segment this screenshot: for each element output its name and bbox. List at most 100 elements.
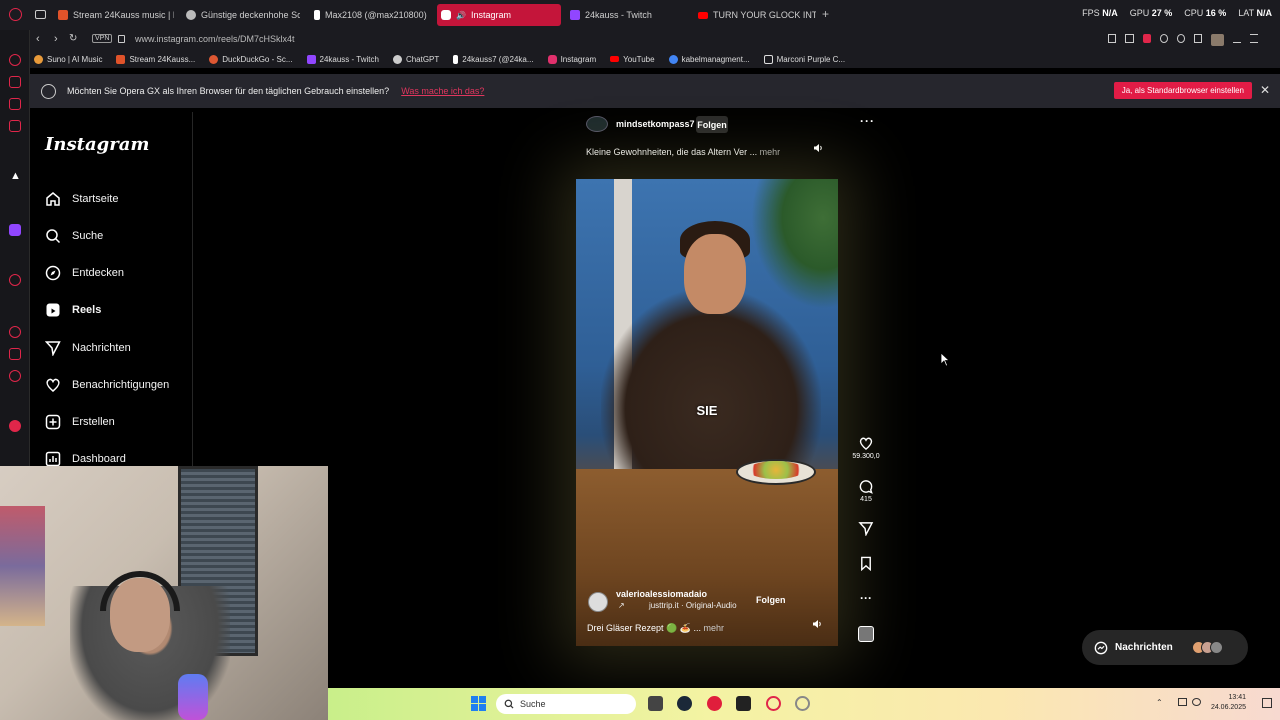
video-speaker-icon[interactable] [812, 619, 822, 629]
epic-games-icon[interactable] [736, 696, 751, 711]
twitch-sidebar-icon[interactable] [9, 224, 21, 236]
aria-icon[interactable] [9, 54, 21, 66]
nav-nachrichten[interactable]: Nachrichten [45, 340, 131, 356]
discord-icon[interactable] [707, 696, 722, 711]
more-options-icon[interactable]: ··· [860, 114, 875, 128]
bookmark-label: Suno | AI Music [47, 54, 103, 64]
banner-link[interactable]: Was mache ich das? [401, 86, 484, 96]
follow-button[interactable]: Folgen [696, 116, 728, 133]
notification-icon[interactable] [1262, 698, 1272, 708]
url-input[interactable]: www.instagram.com/reels/DM7cHSklx4t [135, 34, 295, 44]
original-audio[interactable]: ↗ justtrip.it · Original-Audio [618, 601, 737, 610]
app-icon[interactable] [795, 696, 810, 711]
tab-overview-icon[interactable] [35, 10, 46, 19]
nav-label: Reels [72, 304, 102, 316]
video-author-avatar[interactable] [588, 592, 608, 612]
youtube-sidebar-icon[interactable] [9, 420, 21, 432]
bookmark-twitch[interactable]: 24kauss - Twitch [306, 54, 379, 64]
settings-icon[interactable] [9, 370, 21, 382]
bookmark-duckduckgo[interactable]: DuckDuckGo - Sc... [209, 54, 293, 64]
instagram-sidebar: Instagram Startseite Suche Entdecken Ree… [30, 112, 193, 472]
menu-icon[interactable] [1249, 34, 1258, 43]
headset-image [100, 571, 180, 611]
bookmark-icon [861, 556, 871, 571]
close-banner-button[interactable]: ✕ [1260, 83, 1270, 97]
bookmark-youtube[interactable]: YouTube [610, 55, 655, 64]
new-tab-button[interactable]: + [822, 7, 829, 21]
play-icon[interactable] [1159, 34, 1168, 43]
nav-startseite[interactable]: Startseite [45, 191, 118, 207]
reload-icon[interactable]: ↻ [69, 33, 77, 44]
author-username[interactable]: mindsetkompass7 [616, 119, 695, 129]
tab-deckenhohe[interactable]: Günstige deckenhohe Sc [182, 4, 300, 26]
player-icon[interactable] [9, 274, 21, 286]
nav-dashboard[interactable]: Dashboard [45, 451, 126, 467]
nav-suche[interactable]: Suche [45, 228, 103, 244]
bookmark-instagram[interactable]: Instagram [547, 54, 596, 64]
bookmark-stream[interactable]: Stream 24Kauss... [116, 54, 196, 64]
nav-entdecken[interactable]: Entdecken [45, 265, 124, 281]
tab-label: 24kauss - Twitch [585, 10, 652, 20]
tab-stream[interactable]: Stream 24Kauss music | L [54, 4, 174, 26]
share-action[interactable] [856, 521, 876, 536]
bookmark-label: Stream 24Kauss... [129, 54, 196, 64]
extensions-icon[interactable] [1194, 34, 1203, 43]
extensions-sidebar-icon[interactable] [9, 348, 21, 360]
video-more-link[interactable]: mehr [703, 623, 724, 633]
download-icon[interactable] [1232, 34, 1241, 43]
nav-erstellen[interactable]: Erstellen [45, 414, 115, 430]
caption-more-link[interactable]: mehr [760, 147, 781, 157]
opera-menu-icon[interactable] [9, 8, 22, 21]
pin-icon[interactable] [1108, 34, 1117, 43]
file-explorer-icon[interactable] [648, 696, 663, 711]
reel-video[interactable]: SIE valerioalessiomadaio ↗ justtrip.it ·… [576, 179, 838, 646]
snapshot-icon[interactable] [1125, 34, 1134, 43]
video-author-username[interactable]: valerioalessiomadaio [616, 589, 707, 599]
video-follow-button[interactable]: Folgen [756, 595, 786, 605]
back-icon[interactable]: ‹ [36, 33, 40, 45]
nav-benachrichtigungen[interactable]: Benachrichtigungen [45, 377, 169, 393]
forward-icon[interactable]: › [54, 33, 58, 45]
steam-icon[interactable] [677, 696, 692, 711]
bookmark-tiktok[interactable]: 24kauss7 (@24ka... [453, 54, 534, 64]
bookmark-kabelmanagment[interactable]: kabelmanagment... [668, 54, 750, 64]
bookmark-chatgpt[interactable]: ChatGPT [392, 54, 439, 64]
speaker-icon[interactable] [813, 143, 823, 153]
windows-start-icon[interactable] [471, 696, 486, 711]
profile-avatar[interactable] [1211, 34, 1224, 46]
browser-toolbar-icons [1108, 34, 1258, 46]
gx-corner-icon[interactable] [9, 98, 21, 110]
twitch-icon [306, 54, 316, 64]
tray-chevron-icon[interactable]: ⌃ [1156, 698, 1163, 707]
music-icon[interactable]: ▲ [10, 170, 21, 182]
messages-button[interactable]: Nachrichten [1082, 630, 1248, 665]
search-icon [45, 228, 61, 244]
audio-thumbnail[interactable] [856, 626, 876, 642]
bookmark-marconi[interactable]: Marconi Purple C... [763, 54, 845, 64]
history-icon[interactable] [9, 326, 21, 338]
clock[interactable]: 13:41 24.06.2025 [1211, 693, 1246, 713]
heart-icon[interactable] [1176, 34, 1186, 43]
more-options-icon[interactable]: ··· [856, 591, 876, 605]
volume-icon[interactable] [1192, 698, 1201, 706]
vpn-badge[interactable]: VPN [92, 34, 113, 43]
set-default-button[interactable]: Ja, als Standardbrowser einstellen [1113, 82, 1252, 99]
comment-action[interactable]: 415 [856, 479, 876, 503]
instagram-logo[interactable]: Instagram [45, 134, 149, 155]
gx-control-icon[interactable] [9, 76, 21, 88]
taskbar-search[interactable]: Suche [496, 694, 636, 714]
news-icon[interactable] [9, 120, 21, 132]
tab-twitch[interactable]: 24kauss - Twitch [566, 4, 690, 26]
tab-instagram[interactable]: 🔊 Instagram [437, 4, 561, 26]
nav-reels[interactable]: Reels [45, 302, 101, 318]
tab-tiktok[interactable]: Max2108 (@max210800) [310, 4, 430, 26]
bookmark-suno[interactable]: Suno | AI Music [34, 54, 103, 64]
save-action[interactable] [856, 556, 876, 571]
like-action[interactable]: 59.300,0 [852, 436, 880, 460]
tab-youtube[interactable]: TURN YOUR GLOCK INTO [694, 4, 816, 26]
shield-icon[interactable] [1142, 34, 1151, 43]
network-icon[interactable] [1178, 698, 1187, 706]
author-avatar[interactable] [586, 116, 608, 132]
opera-gx-icon[interactable] [766, 696, 781, 711]
banner-message: Möchten Sie Opera GX als Ihren Browser f… [67, 86, 390, 96]
